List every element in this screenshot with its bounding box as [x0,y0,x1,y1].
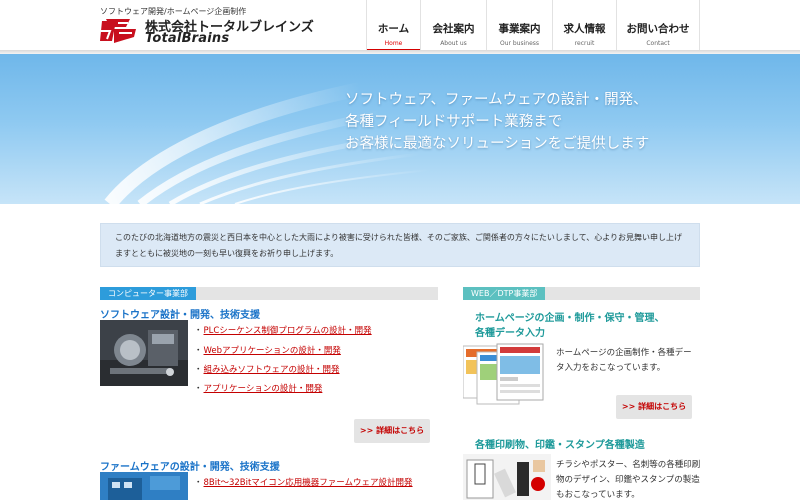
printing-stamps-image [463,454,551,500]
printing-description-line-2: 物のデザイン、印鑑やスタンプの製造 [556,475,700,485]
main-nav: ホーム Home 会社案内 About us 事業案内 Our business… [366,0,700,52]
link-embedded-software-label: 組み込みソフトウェアの設計・開発 [203,365,340,375]
nav-about-sublabel: About us [440,40,467,47]
link-application[interactable]: ・アプリケーションの設計・開発 [194,382,322,394]
web-division-tab: WEB／DTP事業部 [463,287,546,300]
company-logo-icon[interactable] [100,17,140,45]
notice-line-2: ますとともに被災地の一刻も早い復興をお祈り申し上げます。 [115,249,339,258]
web-division-header: WEB／DTP事業部 [463,287,700,300]
printing-section-title[interactable]: 各種印刷物、印鑑・スタンプ各種製造 [475,436,645,451]
bullet-dot: ・ [194,346,203,356]
hero-banner: ソフトウェア、ファームウェアの設計・開発、 各種フィールドサポート業務まで お客… [0,54,800,204]
hero-text-line-3: お客様に最適なソリューションをご提供します [345,136,650,152]
nav-contact-label: お問い合わせ [626,23,690,35]
nav-contact-sublabel: Contact [646,40,670,47]
homepage-description: ホームページの企画制作・各種デー タ入力をおこなっています。 [556,346,692,376]
homepage-details-button[interactable]: >> 詳細はこちら [616,395,692,419]
homepage-screenshots-image [463,340,547,408]
nav-home-label: ホーム [377,23,410,35]
bullet-dot: ・ [194,384,203,394]
notice-line-1: このたびの北海道地方の震災と西日本を中心とした大雨により被害に受けられた皆様、そ… [115,233,683,242]
homepage-description-line-1: ホームページの企画制作・各種デー [556,348,692,358]
link-application-label: アプリケーションの設計・開発 [203,384,323,394]
company-name-en[interactable]: TotalBrains [145,31,229,46]
firmware-photo [100,472,188,500]
site-header: ソフトウェア開発/ホームページ企画制作 株式会社トータルブレインズ TotalB… [0,0,800,54]
nav-recruit-label: 求人情報 [563,23,606,35]
link-web-application-label: Webアプリケーションの設計・開発 [203,346,341,356]
computer-division-tab: コンピューター事業部 [100,287,196,300]
printing-description-line-1: チラシやポスター、名刺等の各種印刷 [556,460,701,470]
nav-business-sublabel: Our business [499,40,540,47]
printing-description: チラシやポスター、名刺等の各種印刷 物のデザイン、印鑑やスタンプの製造 もおこな… [556,458,700,500]
nav-home[interactable]: ホーム Home [366,0,420,52]
bullet-dot: ・ [194,478,203,488]
nav-business-label: 事業案内 [498,23,541,35]
software-section-title[interactable]: ソフトウェア設計・開発、技術支援 [100,306,260,321]
nav-recruit-sublabel: recruit [574,40,595,47]
nav-recruit[interactable]: 求人情報 recruit [552,0,616,52]
page: ソフトウェア開発/ホームページ企画制作 株式会社トータルブレインズ TotalB… [0,0,800,500]
hero-text-line-1: ソフトウェア、ファームウェアの設計・開発、 [345,92,648,108]
link-web-application[interactable]: ・Webアプリケーションの設計・開発 [194,344,341,356]
computer-division-header: コンピューター事業部 [100,287,438,300]
link-embedded-software[interactable]: ・組み込みソフトウェアの設計・開発 [194,363,340,375]
link-firmware-mcu[interactable]: ・8Bit～32Bitマイコン応用機器ファームウェア設計開発 [194,476,413,488]
bullet-dot: ・ [194,326,203,336]
hero-text-line-2: 各種フィールドサポート業務まで [345,114,563,130]
disaster-notice: このたびの北海道地方の震災と西日本を中心とした大雨により被害に受けられた皆様、そ… [100,223,700,267]
nav-home-sublabel: Home [384,40,403,47]
nav-about-label: 会社案内 [432,23,475,35]
link-plc-sequence[interactable]: ・PLCシーケンス制御プログラムの設計・開発 [194,324,372,336]
bullet-dot: ・ [194,365,203,375]
link-plc-sequence-label: PLCシーケンス制御プログラムの設計・開発 [203,326,372,336]
homepage-section-title-line-1[interactable]: ホームページの企画・制作・保守・管理、 [475,309,665,324]
firmware-section-title[interactable]: ファームウェアの設計・開発、技術支援 [100,458,280,473]
software-photo [100,320,188,386]
software-details-button[interactable]: >> 詳細はこちら [354,419,430,443]
link-firmware-mcu-label: 8Bit～32Bitマイコン応用機器ファームウェア設計開発 [203,478,413,488]
homepage-section-title-line-2[interactable]: 各種データ入力 [475,324,545,339]
printing-description-line-3: もおこなっています。 [556,490,640,500]
homepage-description-line-2: タ入力をおこなっています。 [556,363,666,373]
nav-business[interactable]: 事業案内 Our business [486,0,552,52]
nav-about[interactable]: 会社案内 About us [420,0,486,52]
nav-contact[interactable]: お問い合わせ Contact [616,0,700,52]
